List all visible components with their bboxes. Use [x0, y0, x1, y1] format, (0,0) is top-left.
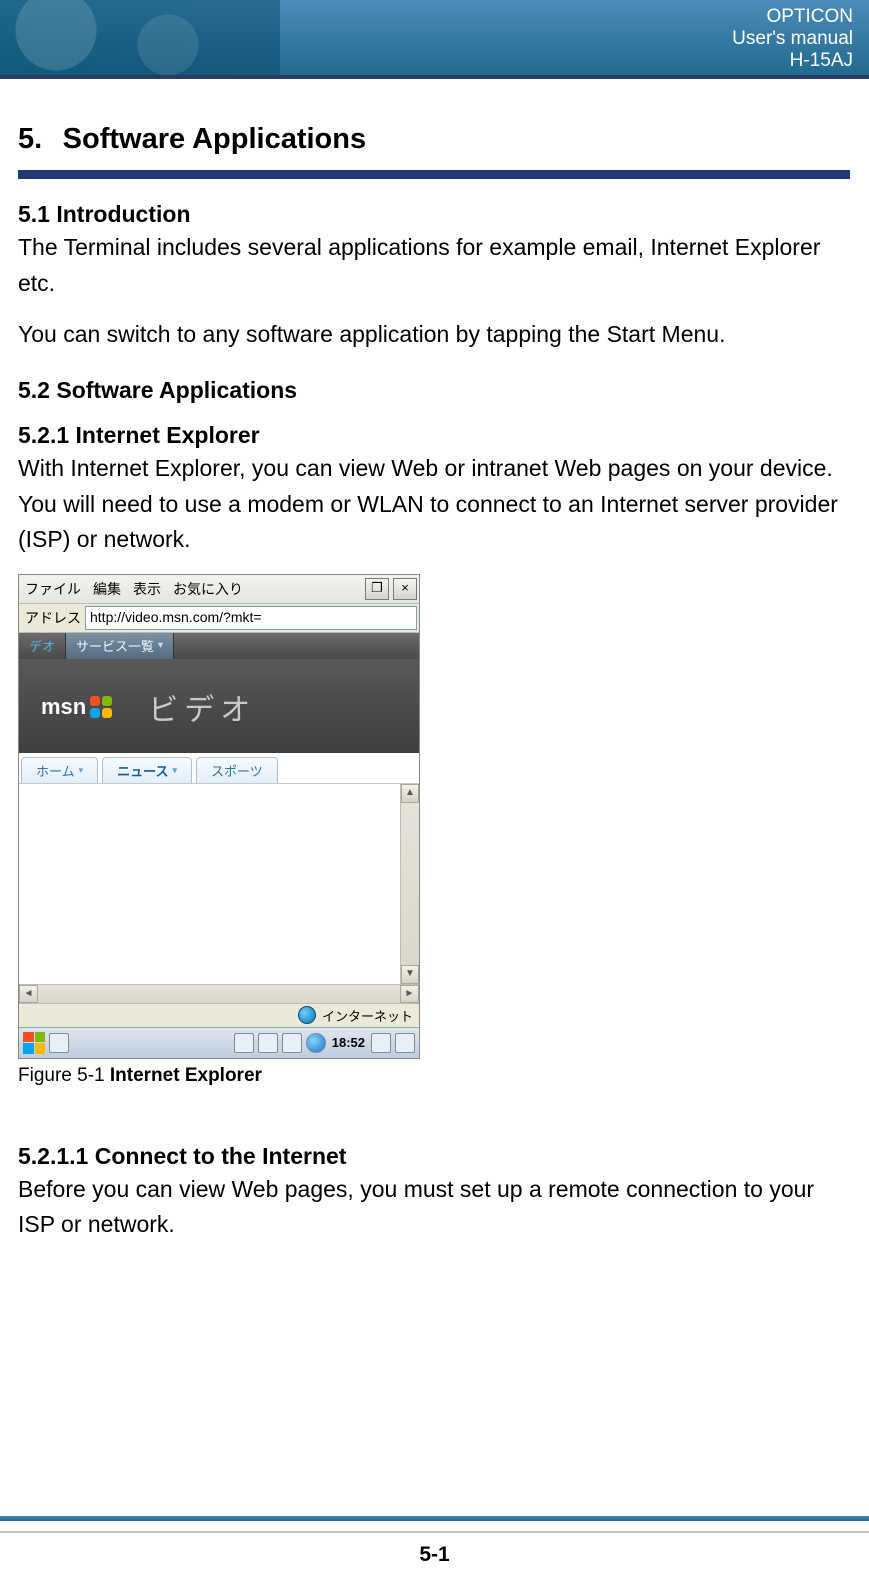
close-button[interactable]: × [393, 578, 417, 600]
tray-desktop-icon[interactable] [395, 1033, 415, 1053]
subtab-sports-label: スポーツ [211, 761, 263, 780]
header-model: H-15AJ [732, 50, 853, 72]
heading-5-2-1-1: 5.2.1.1 Connect to the Internet [18, 1143, 851, 1170]
subtab-news[interactable]: ニュース ▾ [102, 757, 192, 783]
site-topbar: デオ サービス一覧 ▾ [19, 633, 419, 659]
tray-battery-icon[interactable] [258, 1033, 278, 1053]
msn-logo-text: msn [41, 694, 86, 720]
subtab-sports[interactable]: スポーツ [196, 757, 278, 783]
site-tab-services[interactable]: サービス一覧 ▾ [66, 633, 174, 659]
scroll-up-button[interactable]: ▲ [401, 784, 419, 803]
header-decoration [0, 0, 280, 75]
page-footer: 5-1 [0, 1516, 869, 1577]
figure-caption: Figure 5-1 Internet Explorer [18, 1065, 851, 1087]
heading-5-1: 5.1 Introduction [18, 201, 851, 228]
site-tab-video-label: デオ [29, 636, 55, 655]
msn-butterfly-icon [90, 696, 112, 718]
tray-sip-icon[interactable] [371, 1033, 391, 1053]
header-brand: OPTICON [732, 6, 853, 28]
hero-title: ビデオ [148, 685, 256, 729]
start-button[interactable] [23, 1032, 45, 1054]
chevron-down-icon: ▾ [173, 765, 178, 776]
screenshot-window: ファイル 編集 表示 お気に入り ❐ × アドレス http://video.m… [18, 574, 420, 1059]
tray-network-icon[interactable] [234, 1033, 254, 1053]
status-bar: インターネット [19, 1003, 419, 1027]
tray-volume-icon[interactable] [282, 1033, 302, 1053]
menubar: ファイル 編集 表示 お気に入り ❐ × [19, 575, 419, 604]
paragraph-5-2-1-1: Before you can view Web pages, you must … [18, 1172, 851, 1243]
address-label: アドレス [25, 608, 81, 628]
page-number: 5-1 [0, 1543, 869, 1567]
chevron-down-icon: ▾ [79, 765, 84, 776]
section-number: 5. [18, 123, 42, 155]
section-title: Software Applications [63, 123, 366, 155]
site-hero: msn ビデオ [19, 659, 419, 753]
chevron-down-icon: ▾ [158, 640, 163, 651]
tray-bluetooth-icon[interactable] [306, 1033, 326, 1053]
menu-file[interactable]: ファイル [19, 575, 87, 603]
vertical-scrollbar[interactable]: ▲ ▼ [400, 784, 419, 984]
msn-logo: msn [41, 694, 118, 720]
scroll-down-button[interactable]: ▼ [401, 965, 419, 984]
address-input[interactable]: http://video.msn.com/?mkt= [85, 606, 417, 630]
paragraph-5-1b: You can switch to any software applicati… [18, 317, 851, 353]
section-heading-row: 5. Software Applications [18, 123, 851, 156]
heading-5-2-1: 5.2.1 Internet Explorer [18, 422, 851, 449]
scroll-right-button[interactable]: ► [400, 985, 419, 1003]
status-zone-label: インターネット [322, 1006, 413, 1025]
footer-bar [0, 1516, 869, 1521]
figure-caption-prefix: Figure 5-1 [18, 1065, 110, 1086]
horizontal-scrollbar[interactable]: ◄ ► [19, 984, 419, 1003]
heading-5-2: 5.2 Software Applications [18, 377, 851, 404]
taskbar-clock: 18:52 [330, 1035, 367, 1050]
address-bar: アドレス http://video.msn.com/?mkt= [19, 604, 419, 633]
subtab-home-label: ホーム [36, 761, 75, 780]
page-viewport: ▲ ▼ [19, 784, 419, 984]
site-tab-services-label: サービス一覧 [76, 636, 154, 655]
globe-icon [298, 1006, 316, 1024]
subtab-home[interactable]: ホーム ▾ [21, 757, 98, 783]
menu-view[interactable]: 表示 [127, 575, 167, 603]
header-subtitle: User's manual [732, 28, 853, 50]
taskbar-app-icon[interactable] [49, 1033, 69, 1053]
content-area: 5. Software Applications 5.1 Introductio… [0, 79, 869, 1243]
figure-caption-name: Internet Explorer [110, 1065, 262, 1086]
taskbar: 18:52 [19, 1027, 419, 1058]
menu-edit[interactable]: 編集 [87, 575, 127, 603]
page-header: OPTICON User's manual H-15AJ [0, 0, 869, 75]
site-subtabs: ホーム ▾ ニュース ▾ スポーツ [19, 753, 419, 784]
subtab-news-label: ニュース [117, 761, 168, 780]
paragraph-5-2-1: With Internet Explorer, you can view Web… [18, 451, 851, 558]
section-divider [18, 170, 850, 179]
header-titles: OPTICON User's manual H-15AJ [732, 6, 853, 72]
site-tab-video[interactable]: デオ [19, 633, 66, 659]
restore-button[interactable]: ❐ [365, 578, 389, 600]
menu-favorites[interactable]: お気に入り [167, 575, 249, 603]
paragraph-5-1a: The Terminal includes several applicatio… [18, 230, 851, 301]
footer-divider [0, 1531, 869, 1533]
scroll-left-button[interactable]: ◄ [19, 985, 38, 1003]
